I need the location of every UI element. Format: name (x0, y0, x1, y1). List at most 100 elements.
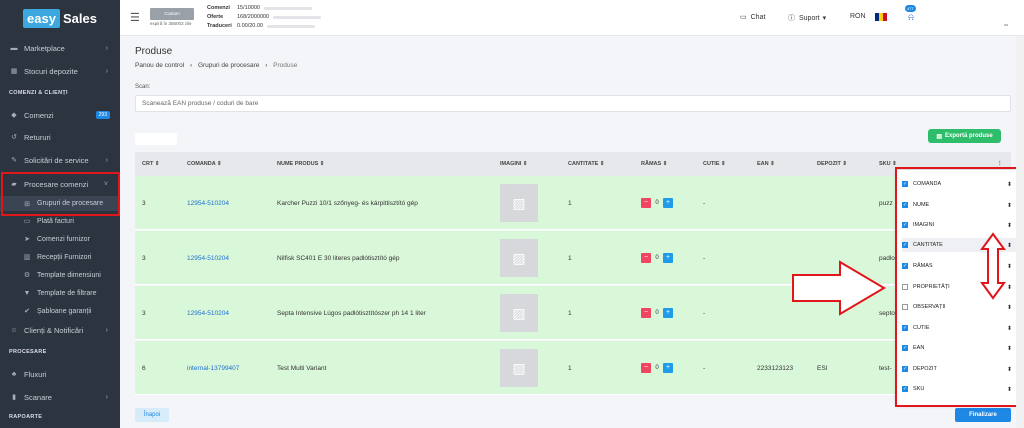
flow-icon: ♣ (11, 370, 17, 378)
sidebar-item-fluxuri[interactable]: ♣ Fluxuri (0, 366, 120, 382)
currency-label: RON (850, 13, 866, 20)
cell-sku: padlo (879, 255, 895, 262)
image-placeholder-icon[interactable]: ▨ (500, 239, 538, 277)
sidebar-item-stocuri[interactable]: ▦ Stocuri depozite › (0, 63, 120, 79)
increment-button[interactable]: + (663, 198, 673, 208)
sidebar-subitem-template-filtrare[interactable]: ▼ Template de filtrare (0, 286, 120, 300)
order-link[interactable]: 12954-510204 (187, 310, 229, 317)
plan-badge: Custom (150, 8, 194, 20)
warehouse-icon: ▥ (23, 254, 31, 261)
cell-cantitate: 1 (568, 200, 572, 207)
currency-selector[interactable]: RON (850, 13, 866, 20)
products-table: CRT ⇕ COMANDA ⇕ NUME PRODUS ⇕ IMAGINI ⇕ … (135, 152, 1011, 400)
user-menu[interactable]: zo (1004, 22, 1008, 27)
increment-button[interactable]: + (663, 363, 673, 373)
column-header-ean[interactable]: EAN ⇕ (757, 161, 775, 167)
sidebar: easy Sales ▬ Marketplace › ▦ Stocuri depozit… (0, 0, 120, 428)
remaining-value: 0 (655, 365, 659, 371)
decrement-button[interactable]: − (641, 198, 651, 208)
breadcrumb-item[interactable]: Grupuri de procesare (198, 62, 259, 69)
romania-flag-icon[interactable] (875, 13, 887, 21)
cell-cutie: - (703, 255, 706, 262)
order-link[interactable]: internal-13799407 (187, 365, 239, 372)
quantity-stepper: −0 + (641, 308, 673, 318)
chat-link[interactable]: ▭ Chat (740, 13, 765, 22)
export-products-button[interactable]: ▤ Exportă produse (928, 129, 1001, 143)
scrollbar[interactable] (1016, 36, 1024, 428)
image-placeholder-icon[interactable]: ▨ (500, 184, 538, 222)
decrement-button[interactable]: − (641, 308, 651, 318)
hamburger-icon[interactable]: ☰ (130, 11, 140, 24)
logo[interactable]: easy Sales (0, 0, 120, 36)
cell-sku: septo (879, 310, 895, 317)
stat-traduceri: Traduceri 0.00/20.00 (207, 23, 315, 29)
breadcrumb-separator-icon: › (265, 62, 268, 69)
cell-crt: 3 (142, 255, 146, 262)
column-header-depozit[interactable]: DEPOZIT ⇕ (817, 161, 847, 167)
scan-input[interactable]: Scanează EAN produse / coduri de bare (135, 95, 1011, 112)
search-field[interactable] (135, 133, 177, 145)
cell-cantitate: 1 (568, 365, 572, 372)
finish-button[interactable]: Finalizare (955, 408, 1011, 422)
order-link[interactable]: 12954-510204 (187, 200, 229, 207)
decrement-button[interactable]: − (641, 363, 651, 373)
chevron-right-icon: › (105, 44, 108, 52)
image-placeholder-icon[interactable]: ▨ (500, 294, 538, 332)
sidebar-item-clienti[interactable]: ☺ Clienți & Notificări › (0, 322, 120, 338)
table-row: 3 12954-510204 Septa Intensive Lúgos pad… (135, 286, 1011, 340)
sidebar-subitem-receptii[interactable]: ▥ Recepții Furnizori (0, 250, 120, 264)
sidebar-item-label: Fluxuri (24, 369, 47, 379)
sidebar-item-retururi[interactable]: ↺ Retururi (0, 129, 120, 145)
sidebar-subitem-plata[interactable]: ▭ Plată facturi (0, 214, 120, 228)
column-header-comanda[interactable]: COMANDA ⇕ (187, 161, 222, 167)
sidebar-subitem-comenzi-furnizor[interactable]: ➤ Comenzi furnizor (0, 232, 120, 246)
sidebar-item-label: Template de filtrare (37, 289, 97, 297)
sidebar-subitem-sabloane[interactable]: ✔ Șabloane garanții (0, 304, 120, 318)
scan-label: Scan: (135, 84, 151, 90)
sidebar-item-marketplace[interactable]: ▬ Marketplace › (0, 40, 120, 56)
money-icon: ▭ (23, 218, 31, 225)
cell-crt: 3 (142, 310, 146, 317)
sidebar-item-scanare[interactable]: ▮ Scanare › (0, 389, 120, 405)
sidebar-subitem-template-dimensiuni[interactable]: ⚙ Template dimensiuni (0, 268, 120, 282)
sidebar-item-label: Comenzi (24, 110, 54, 120)
cell-product-name: Nilfisk SC401 E 30 literes padlótisztító… (277, 255, 400, 262)
cell-product-name: Test Multi Variant (277, 365, 327, 372)
table-header: CRT ⇕ COMANDA ⇕ NUME PRODUS ⇕ IMAGINI ⇕ … (135, 152, 1011, 176)
sidebar-item-label: Recepții Furnizori (37, 253, 92, 261)
column-header-cantitate[interactable]: CANTITATE ⇕ (568, 161, 605, 167)
sidebar-item-label: Marketplace (24, 43, 65, 53)
increment-button[interactable]: + (663, 253, 673, 263)
notification-bell-icon[interactable]: ⍾ (908, 12, 914, 23)
chevron-right-icon: › (105, 326, 108, 334)
undo-icon: ↺ (11, 134, 17, 141)
column-header-crt[interactable]: CRT ⇕ (142, 161, 159, 167)
support-menu[interactable]: ⓘ Suport ▾ (788, 13, 826, 23)
caret-down-icon: ▾ (822, 15, 827, 22)
stat-bar (273, 15, 322, 19)
section-heading-procesare: PROCESARE (9, 349, 47, 355)
filter-icon: ▼ (23, 289, 31, 297)
barcode-icon: ▮ (12, 394, 16, 401)
cell-sku: test- (879, 365, 892, 372)
image-placeholder-icon[interactable]: ▨ (500, 349, 538, 387)
spreadsheet-icon: ▤ (936, 133, 942, 140)
logo-part1: easy (23, 8, 60, 28)
column-header-imagini[interactable]: IMAGINI ⇕ (500, 161, 528, 167)
tag-icon: ◆ (11, 112, 17, 119)
order-link[interactable]: 12954-510204 (187, 255, 229, 262)
section-heading-comenzi: COMENZI & CLIENȚI (9, 90, 68, 96)
stat-label: Traduceri (207, 23, 232, 29)
sidebar-item-solicitari[interactable]: ✎ Solicitări de service › (0, 152, 120, 168)
remaining-value: 0 (655, 200, 659, 206)
column-header-cutie[interactable]: CUTIE ⇕ (703, 161, 726, 167)
back-button[interactable]: Înapoi (135, 408, 169, 422)
column-header-ramas[interactable]: RĂMAS ⇕ (641, 161, 667, 167)
column-header-nume[interactable]: NUME PRODUS ⇕ (277, 161, 324, 167)
check-circle-icon: ✔ (24, 308, 30, 315)
notification-count: 477 (905, 5, 916, 12)
increment-button[interactable]: + (663, 308, 673, 318)
sidebar-item-comenzi[interactable]: ◆ Comenzi 293 (0, 107, 120, 123)
breadcrumb-item[interactable]: Panou de control (135, 62, 184, 69)
decrement-button[interactable]: − (641, 253, 651, 263)
